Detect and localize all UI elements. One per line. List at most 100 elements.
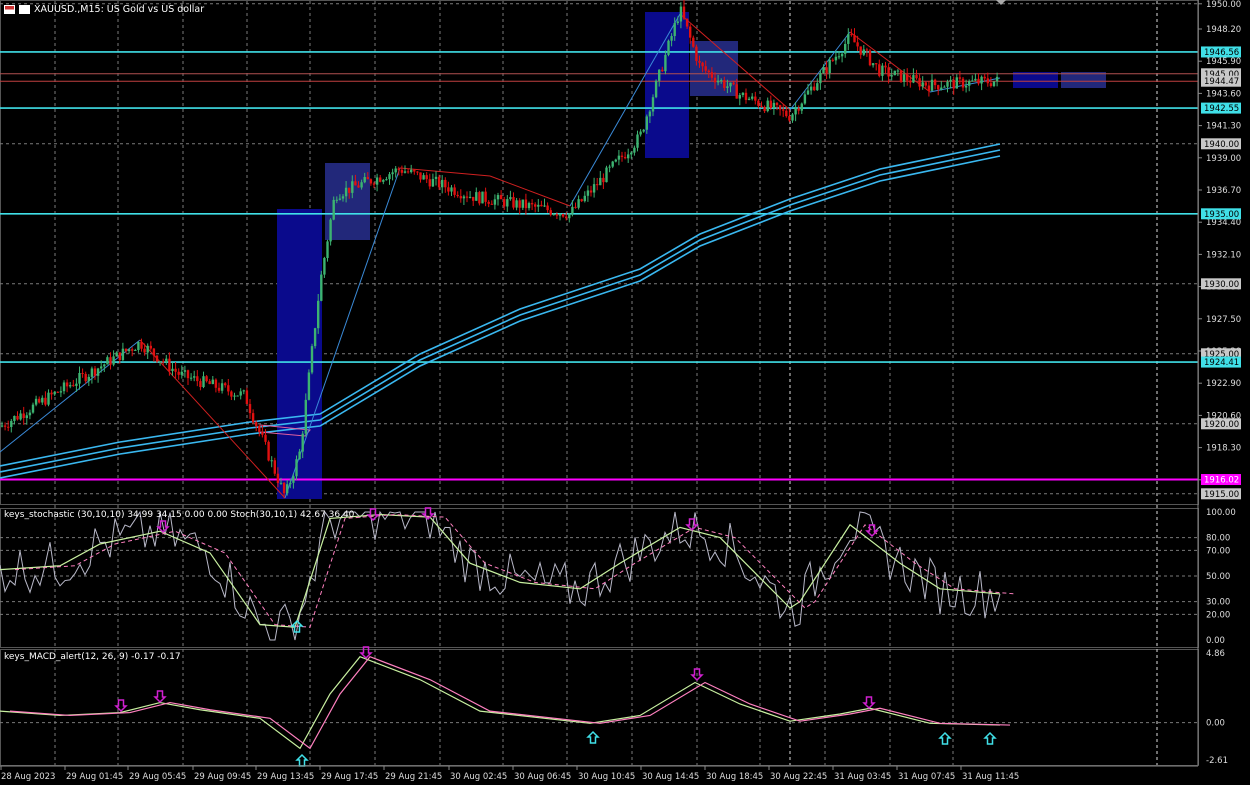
candle-body <box>803 94 807 104</box>
candle-body <box>549 210 552 215</box>
candle-body <box>521 199 524 208</box>
candle-body <box>769 100 772 109</box>
candle-body <box>115 352 118 357</box>
time-tick-label: 31 Aug 11:45 <box>962 772 1019 782</box>
candle-body <box>828 59 831 73</box>
candle-body <box>912 75 915 83</box>
candle-body <box>847 34 850 44</box>
candle-body <box>800 103 803 111</box>
candle-body <box>475 192 478 201</box>
candle-body <box>751 96 754 99</box>
candle-body <box>326 241 329 258</box>
candle-body <box>245 390 249 405</box>
candle-body <box>602 177 605 183</box>
candle-body <box>785 110 788 117</box>
candle-body <box>859 46 862 55</box>
time-tick-label: 30 Aug 14:45 <box>642 772 699 782</box>
candle-body <box>850 34 853 36</box>
candle-body <box>270 460 273 462</box>
candle-body <box>664 54 667 72</box>
candle-body <box>410 169 413 173</box>
price-level-tag-label: 1940.00 <box>1204 140 1239 150</box>
candle-body <box>980 76 983 84</box>
candle-body <box>992 81 996 86</box>
candle-body <box>199 381 202 388</box>
macd-main-line <box>0 656 1001 750</box>
candle-body <box>152 348 156 356</box>
candle-body <box>162 361 165 363</box>
candle-body <box>937 85 940 90</box>
candle-body <box>952 79 955 89</box>
candle-body <box>313 328 317 347</box>
candle-body <box>84 373 87 382</box>
candle-body <box>248 404 252 414</box>
candle-body <box>881 65 884 76</box>
candle-body <box>738 95 741 99</box>
candle-body <box>307 372 311 400</box>
time-tick-label: 29 Aug 17:45 <box>321 772 378 782</box>
candle-body <box>382 179 385 182</box>
candle-body <box>251 413 255 423</box>
moving-average-line <box>0 155 1001 479</box>
stochastic-indicator-label: keys_stochastic (30,10,10) 34.99 34.15 0… <box>4 510 355 520</box>
chart-shift-marker[interactable] <box>996 0 1006 5</box>
candle-body <box>837 56 841 58</box>
candle-body <box>899 70 903 82</box>
candle-body <box>202 376 205 388</box>
candle-body <box>13 415 16 421</box>
candle-body <box>388 174 391 180</box>
candle-body <box>217 387 221 391</box>
candle-body <box>782 109 785 111</box>
candle-body <box>958 77 962 79</box>
candle-body <box>499 195 503 200</box>
candle-body <box>617 155 621 160</box>
candle-body <box>639 131 642 135</box>
candle-body <box>3 425 7 427</box>
stochastic-tick-label: 0.00 <box>1206 636 1225 646</box>
candle-body <box>794 108 797 115</box>
candle-body <box>853 35 856 43</box>
price-tick-label: 1918.30 <box>1206 444 1241 454</box>
candle-body <box>856 42 859 47</box>
buy-arrow-icon <box>586 730 600 744</box>
candle-body <box>772 102 776 109</box>
time-tick-label: 30 Aug 10:45 <box>578 772 635 782</box>
candle-body <box>484 191 487 202</box>
time-tick-label: 31 Aug 07:45 <box>898 772 955 782</box>
candle-body <box>583 195 586 202</box>
candle-body <box>186 370 190 379</box>
candle-body <box>41 397 44 403</box>
candle-body <box>875 63 878 65</box>
candle-body <box>865 49 869 51</box>
candle-body <box>816 83 819 91</box>
candle-body <box>524 199 528 209</box>
candle-body <box>558 213 562 216</box>
candle-body <box>137 341 140 350</box>
candle-body <box>943 86 946 88</box>
candle-body <box>555 214 559 216</box>
candle-body <box>434 176 438 179</box>
candle-body <box>109 357 112 365</box>
trading-chart[interactable]: 1950.00 1948.20 1945.90 1943.60 1941.30 1939.… <box>0 0 1250 785</box>
candle-body <box>527 203 531 209</box>
sell-arrow-icon <box>153 690 167 704</box>
candle-body <box>174 368 177 372</box>
stochastic-tick-label: 50.00 <box>1206 572 1230 582</box>
candle-body <box>140 341 143 349</box>
chart-menu-icon[interactable] <box>4 5 15 14</box>
price-level-tag-label: 1942.55 <box>1204 104 1239 114</box>
candle-body <box>357 185 360 188</box>
candle-body <box>56 391 59 393</box>
candle-body <box>701 62 704 67</box>
candle-body <box>69 385 72 387</box>
candle-body <box>490 203 493 205</box>
candle-body <box>465 196 469 198</box>
price-tick-label: 1941.30 <box>1206 122 1241 132</box>
candle-body <box>537 204 540 207</box>
candle-body <box>809 86 813 91</box>
candle-body <box>933 79 937 86</box>
candle-body <box>196 376 199 382</box>
candle-body <box>599 177 602 186</box>
candle-body <box>363 177 366 183</box>
buy-arrow-icon <box>295 753 309 767</box>
